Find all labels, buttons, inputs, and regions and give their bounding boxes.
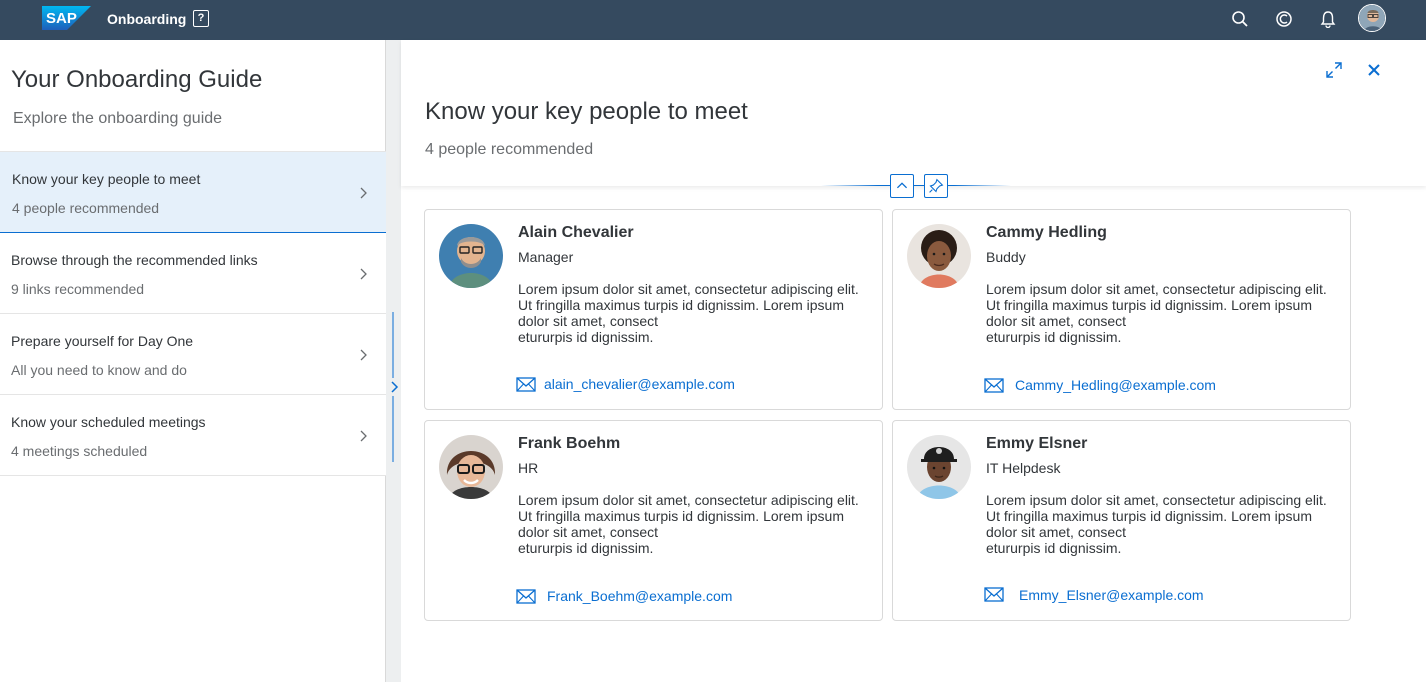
guide-list: Know your key people to meet 4 people re… — [0, 151, 386, 476]
mail-icon — [984, 378, 1004, 393]
avatar — [907, 224, 971, 288]
avatar — [439, 224, 503, 288]
header-divider — [821, 185, 1011, 186]
person-description: Lorem ipsum dolor sit amet, consectetur … — [518, 281, 859, 345]
mail-icon — [516, 589, 536, 604]
person-description: Lorem ipsum dolor sit amet, consectetur … — [986, 281, 1327, 345]
person-name: Alain Chevalier — [518, 224, 634, 241]
list-item-subtitle: 4 meetings scheduled — [11, 443, 148, 459]
notification-bell-icon[interactable] — [1319, 10, 1337, 28]
list-item-day-one[interactable]: Prepare yourself for Day One All you nee… — [0, 314, 386, 395]
avatar — [439, 435, 503, 499]
person-name: Cammy Hedling — [986, 224, 1107, 241]
list-item-recommended-links[interactable]: Browse through the recommended links 9 l… — [0, 233, 386, 314]
person-card[interactable]: Emmy Elsner IT Helpdesk Lorem ipsum dolo… — [892, 420, 1351, 621]
mail-icon — [516, 377, 536, 392]
list-item-key-people[interactable]: Know your key people to meet 4 people re… — [0, 152, 386, 233]
list-item-title: Browse through the recommended links — [11, 252, 258, 268]
detail-header: Know your key people to meet 4 people re… — [401, 40, 1426, 186]
detail-title: Know your key people to meet — [425, 98, 748, 125]
person-role: Manager — [518, 249, 574, 265]
mail-icon — [984, 587, 1004, 602]
list-item-title: Know your scheduled meetings — [11, 414, 206, 430]
chevron-right-icon — [360, 187, 367, 199]
detail-panel: Know your key people to meet 4 people re… — [401, 40, 1426, 682]
avatar — [907, 435, 971, 499]
user-avatar[interactable] — [1358, 4, 1386, 32]
person-role: IT Helpdesk — [986, 460, 1061, 476]
app-title[interactable]: Onboarding — [107, 10, 186, 28]
close-icon[interactable] — [1365, 61, 1383, 79]
list-item-title: Prepare yourself for Day One — [11, 333, 194, 349]
pin-header-button[interactable] — [924, 174, 948, 198]
email-link[interactable]: Cammy_Hedling@example.com — [1015, 377, 1216, 393]
shell-bar: SAP Onboarding ? — [0, 0, 1426, 40]
copilot-icon[interactable] — [1275, 10, 1293, 28]
list-item-subtitle: 9 links recommended — [11, 281, 145, 297]
list-item-subtitle: 4 people recommended — [12, 200, 160, 216]
chevron-right-icon — [360, 349, 367, 361]
search-icon[interactable] — [1231, 10, 1249, 28]
sap-logo[interactable]: SAP — [42, 6, 91, 30]
person-name: Emmy Elsner — [986, 435, 1088, 452]
chevron-right-icon[interactable] — [388, 378, 400, 396]
person-name: Frank Boehm — [518, 435, 621, 452]
email-link[interactable]: alain_chevalier@example.com — [544, 376, 735, 392]
fullscreen-icon[interactable] — [1325, 61, 1343, 79]
list-item-title: Know your key people to meet — [12, 171, 201, 187]
svg-text:SAP: SAP — [46, 10, 77, 27]
layout-splitter[interactable] — [386, 40, 401, 682]
person-role: Buddy — [986, 249, 1026, 265]
collapse-header-button[interactable] — [890, 174, 914, 198]
list-item-scheduled-meetings[interactable]: Know your scheduled meetings 4 meetings … — [0, 395, 386, 476]
person-description: Lorem ipsum dolor sit amet, consectetur … — [518, 492, 859, 556]
person-description: Lorem ipsum dolor sit amet, consectetur … — [986, 492, 1327, 556]
person-card[interactable]: Cammy Hedling Buddy Lorem ipsum dolor si… — [892, 209, 1351, 410]
email-link[interactable]: Frank_Boehm@example.com — [547, 588, 732, 604]
master-title: Your Onboarding Guide — [11, 66, 263, 93]
email-link[interactable]: Emmy_Elsner@example.com — [1019, 587, 1204, 603]
master-panel: Your Onboarding Guide Explore the onboar… — [0, 40, 386, 682]
chevron-right-icon — [360, 268, 367, 280]
person-role: HR — [518, 460, 539, 476]
master-subtitle: Explore the onboarding guide — [13, 110, 223, 127]
help-icon[interactable]: ? — [193, 10, 209, 27]
detail-subtitle: 4 people recommended — [425, 141, 594, 158]
person-card[interactable]: Frank Boehm HR Lorem ipsum dolor sit ame… — [424, 420, 883, 621]
list-item-subtitle: All you need to know and do — [11, 362, 187, 378]
person-card[interactable]: Alain Chevalier Manager Lorem ipsum dolo… — [424, 209, 883, 410]
chevron-right-icon — [360, 430, 367, 442]
